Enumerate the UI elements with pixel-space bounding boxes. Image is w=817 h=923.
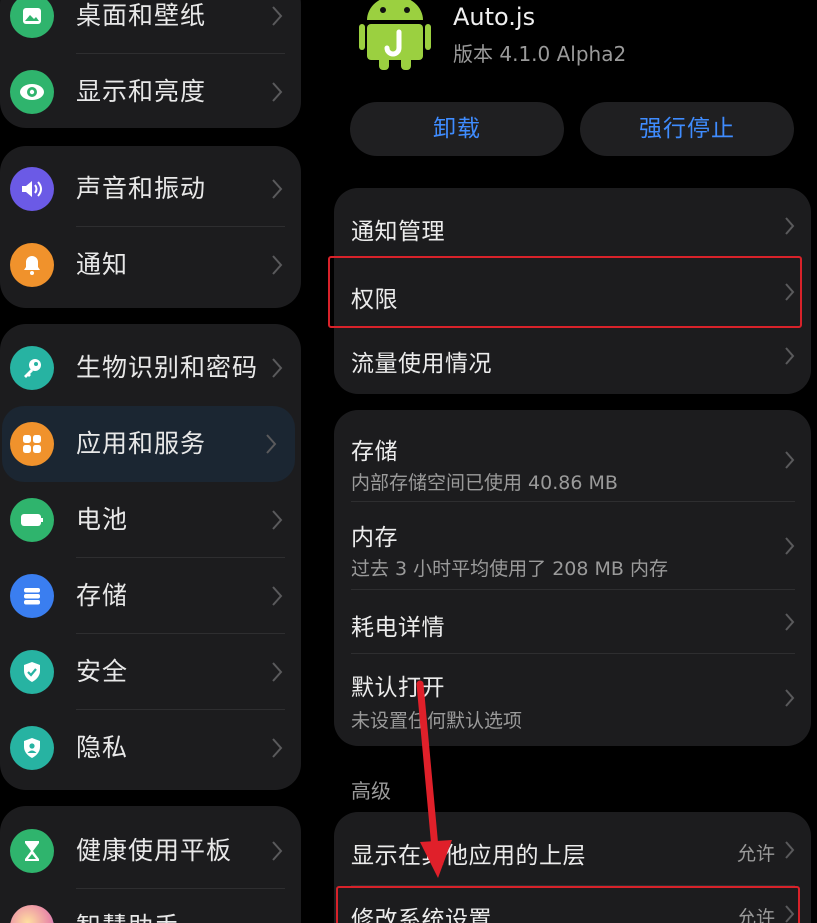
- chevron-right-icon: [785, 689, 795, 707]
- uninstall-button[interactable]: 卸载: [350, 102, 564, 156]
- sidebar-item-apps-services[interactable]: 应用和服务: [2, 406, 295, 482]
- chevron-right-icon: [785, 613, 795, 631]
- settings-group-display: 桌面和壁纸 显示和亮度: [0, 0, 301, 128]
- app-name: Auto.js: [453, 3, 536, 31]
- chevron-right-icon: [272, 82, 283, 102]
- display-over-apps-row[interactable]: 显示在其他应用的上层 允许: [334, 812, 811, 886]
- notification-management-row[interactable]: 通知管理: [334, 188, 811, 254]
- chevron-right-icon: [785, 217, 795, 235]
- app-version: 版本 4.1.0 Alpha2: [453, 42, 627, 66]
- app-resources-card: 存储 内部存储空间已使用 40.86 MB 内存 过去 3 小时平均使用了 20…: [334, 410, 811, 746]
- sidebar-item-assistant[interactable]: 智慧助手: [0, 889, 301, 923]
- row-title: 耗电详情: [351, 615, 445, 641]
- row-title: 显示在其他应用的上层: [351, 843, 586, 869]
- row-subtitle: 未设置任何默认选项: [351, 710, 523, 732]
- key-icon: [10, 346, 54, 390]
- sidebar-item-label: 通知: [76, 250, 129, 279]
- row-title: 存储: [351, 439, 398, 465]
- storage-row[interactable]: 存储 内部存储空间已使用 40.86 MB: [334, 410, 811, 502]
- sidebar-item-storage[interactable]: 存储: [0, 558, 301, 634]
- sidebar-item-label: 电池: [76, 505, 129, 534]
- sidebar-item-label: 安全: [76, 657, 129, 686]
- sidebar-item-privacy[interactable]: 隐私: [0, 710, 301, 786]
- app-detail-panel: Auto.js 版本 4.1.0 Alpha2 卸载 强行停止 通知管理 权限 …: [303, 0, 817, 923]
- chevron-right-icon: [272, 6, 283, 26]
- chevron-right-icon: [272, 179, 283, 199]
- sidebar-item-battery[interactable]: 电池: [0, 482, 301, 558]
- sidebar-item-label: 桌面和壁纸: [76, 1, 207, 30]
- advanced-section-label: 高级: [351, 779, 391, 803]
- sidebar-item-label: 隐私: [76, 733, 129, 762]
- chevron-right-icon: [272, 738, 283, 758]
- chevron-right-icon: [785, 537, 795, 555]
- sidebar-item-label: 存储: [76, 581, 129, 610]
- memory-row[interactable]: 内存 过去 3 小时平均使用了 208 MB 内存: [334, 502, 811, 590]
- sidebar-item-label: 声音和振动: [76, 174, 207, 203]
- sidebar-item-wallpaper[interactable]: 桌面和壁纸: [0, 0, 301, 54]
- sidebar-item-sound[interactable]: 声音和振动: [0, 151, 301, 227]
- permissions-highlight-box: [328, 256, 802, 328]
- chevron-right-icon: [272, 255, 283, 275]
- settings-group-system: 生物识别和密码 应用和服务 电池 存储 安全 隐私: [0, 324, 301, 790]
- chevron-right-icon: [272, 586, 283, 606]
- modify-settings-highlight-box: [336, 886, 800, 923]
- sidebar-item-security[interactable]: 安全: [0, 634, 301, 710]
- sidebar-item-label: 显示和亮度: [76, 77, 207, 106]
- storage-icon: [10, 574, 54, 618]
- chevron-right-icon: [785, 451, 795, 469]
- power-usage-row[interactable]: 耗电详情: [334, 590, 811, 654]
- chevron-right-icon: [785, 841, 795, 859]
- speaker-icon: [10, 167, 54, 211]
- sidebar-item-label: 生物识别和密码: [76, 353, 259, 382]
- row-subtitle: 过去 3 小时平均使用了 208 MB 内存: [351, 558, 668, 580]
- bell-icon: [10, 243, 54, 287]
- sidebar-item-notifications[interactable]: 通知: [0, 227, 301, 303]
- sidebar-item-biometrics[interactable]: 生物识别和密码: [0, 330, 301, 406]
- chevron-right-icon: [272, 358, 283, 378]
- privacy-icon: [10, 726, 54, 770]
- wallpaper-icon: [10, 0, 54, 38]
- hourglass-icon: [10, 829, 54, 873]
- chevron-right-icon: [272, 841, 283, 861]
- sidebar-item-label: 智慧助手: [76, 889, 180, 923]
- sidebar-item-label: 应用和服务: [76, 429, 207, 458]
- chevron-right-icon: [272, 662, 283, 682]
- sidebar-item-digital-balance[interactable]: 健康使用平板: [0, 813, 301, 889]
- assistant-icon: [10, 905, 54, 923]
- chevron-right-icon: [266, 434, 277, 454]
- force-stop-button[interactable]: 强行停止: [580, 102, 794, 156]
- settings-sidebar: 桌面和壁纸 显示和亮度 声音和振动 通知 生物识别和密码 应用和服务 电池 存储…: [0, 0, 303, 923]
- battery-icon: [10, 498, 54, 542]
- row-title: 通知管理: [351, 219, 445, 245]
- settings-group-sound: 声音和振动 通知: [0, 146, 301, 308]
- chevron-right-icon: [785, 347, 795, 365]
- android-js-icon: [359, 0, 431, 70]
- row-title: 内存: [351, 525, 398, 551]
- default-open-row[interactable]: 默认打开 未设置任何默认选项: [334, 654, 811, 746]
- row-title: 默认打开: [351, 675, 445, 701]
- row-subtitle: 内部存储空间已使用 40.86 MB: [351, 472, 618, 494]
- sidebar-item-label: 健康使用平板: [76, 836, 233, 865]
- eye-icon: [10, 70, 54, 114]
- apps-icon: [10, 422, 54, 466]
- settings-group-wellbeing: 健康使用平板 智慧助手: [0, 806, 301, 923]
- row-value: 允许: [736, 843, 775, 865]
- chevron-right-icon: [272, 510, 283, 530]
- shield-check-icon: [10, 650, 54, 694]
- data-usage-row[interactable]: 流量使用情况: [334, 326, 811, 394]
- row-title: 流量使用情况: [351, 351, 492, 377]
- sidebar-item-display[interactable]: 显示和亮度: [0, 54, 301, 128]
